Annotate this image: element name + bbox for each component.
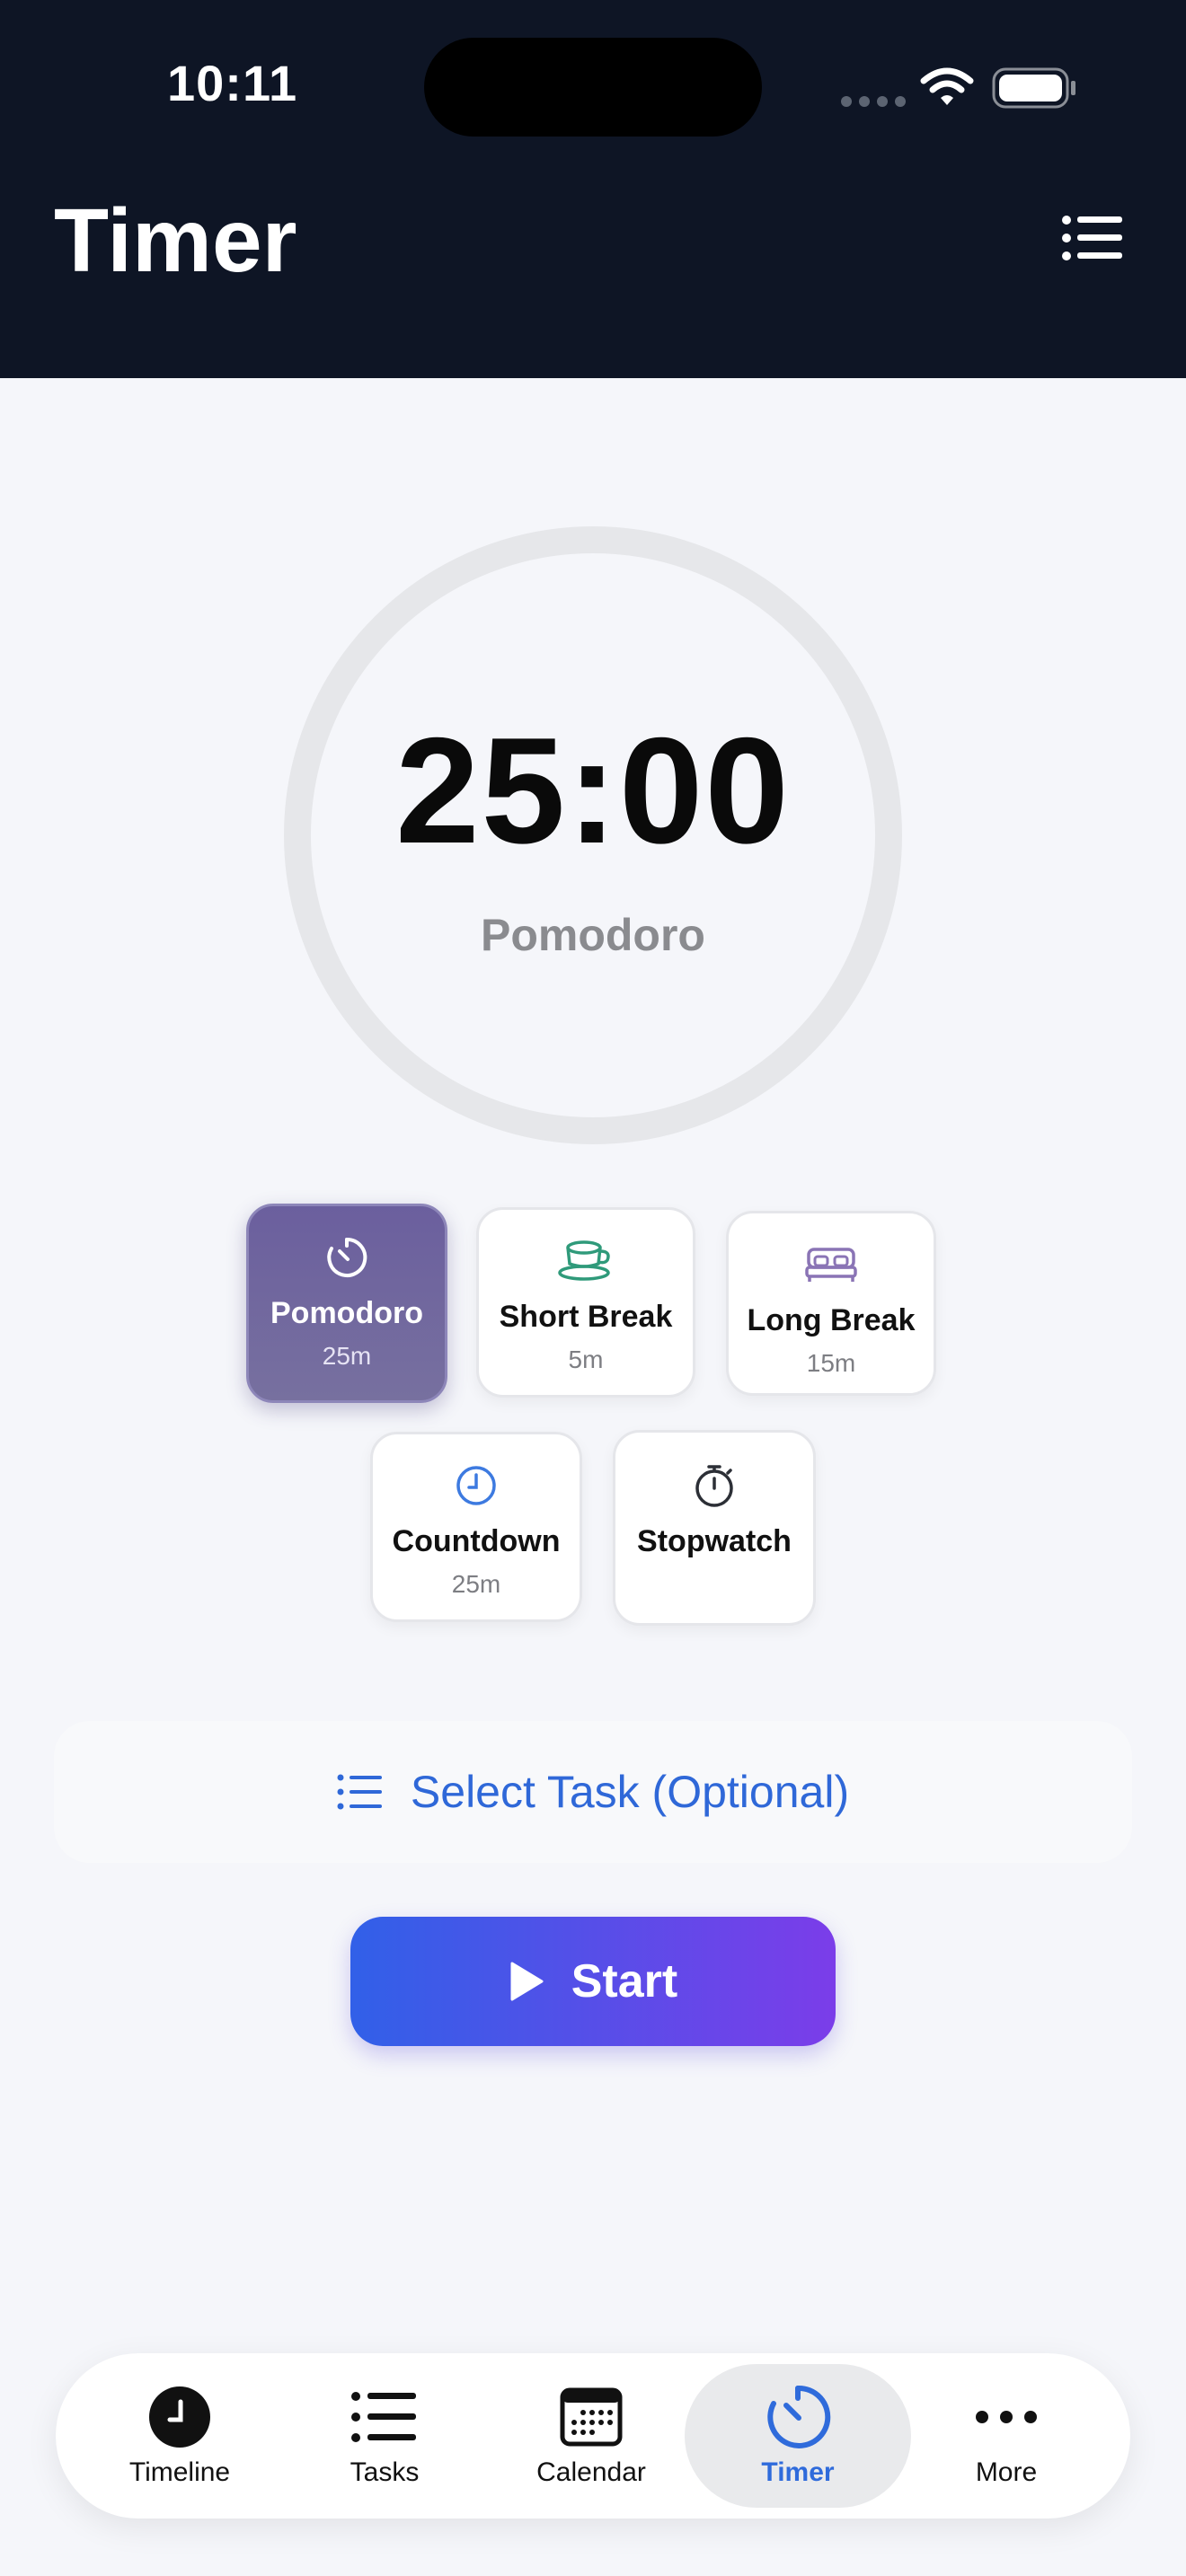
start-button[interactable]: Start [350, 1917, 836, 2046]
tab-bar: Timeline Tasks Calendar Timer More [56, 2353, 1130, 2519]
header: 10:11 Timer [0, 0, 1186, 378]
mode-card-name: Countdown [392, 1524, 561, 1558]
menu-button[interactable] [1057, 208, 1128, 268]
clock-icon [149, 2386, 210, 2448]
ellipsis-icon [976, 2411, 1037, 2423]
mode-card-duration: 5m [568, 1345, 604, 1373]
calendar-icon [560, 2387, 623, 2447]
mode-card-duration: 25m [322, 1342, 372, 1370]
list-icon [337, 1774, 382, 1810]
tab-timer[interactable]: Timer [685, 2364, 911, 2508]
tab-tasks[interactable]: Tasks [271, 2364, 498, 2508]
mode-card-duration: 25m [451, 1570, 501, 1598]
bed-icon [805, 1248, 857, 1282]
mode-card-countdown[interactable]: Countdown 25m [370, 1432, 582, 1622]
mode-card-name: Stopwatch [637, 1524, 792, 1558]
mode-card-duration: 15m [806, 1349, 856, 1377]
play-icon [510, 1962, 544, 2001]
stopwatch-icon [695, 1465, 733, 1507]
tab-label: Calendar [536, 2457, 646, 2487]
tab-calendar[interactable]: Calendar [478, 2364, 704, 2508]
signal-icon [841, 95, 913, 111]
mode-card-short-break[interactable]: Short Break 5m [476, 1207, 695, 1398]
timer-mode-label: Pomodoro [481, 910, 705, 960]
battery-icon [992, 67, 1075, 109]
tab-label: More [975, 2457, 1038, 2487]
list-icon [351, 2392, 416, 2442]
cup-icon [558, 1240, 610, 1281]
mode-card-stopwatch[interactable]: Stopwatch [613, 1430, 816, 1626]
tab-more[interactable]: More [893, 2364, 1120, 2508]
dynamic-island [424, 38, 762, 137]
clock-icon [456, 1466, 496, 1505]
timer-icon [767, 2385, 831, 2448]
select-task-button[interactable]: Select Task (Optional) [54, 1721, 1132, 1863]
tab-label: Tasks [350, 2457, 420, 2487]
mode-card-long-break[interactable]: Long Break 15m [726, 1211, 936, 1396]
tab-timeline[interactable]: Timeline [66, 2364, 293, 2508]
mode-card-name: Long Break [747, 1303, 916, 1337]
mode-card-pomodoro[interactable]: Pomodoro 25m [246, 1204, 447, 1403]
wifi-icon [920, 67, 974, 105]
start-label: Start [571, 1955, 678, 2007]
select-task-label: Select Task (Optional) [410, 1767, 850, 1817]
timer-display: 25:00 [395, 706, 791, 875]
page-title: Timer [54, 190, 297, 291]
tab-label: Timeline [128, 2457, 231, 2487]
timer-icon [327, 1237, 367, 1277]
status-time: 10:11 [167, 55, 298, 111]
tab-label: Timer [761, 2457, 835, 2487]
mode-card-name: Short Break [499, 1300, 673, 1334]
list-icon [1062, 216, 1122, 260]
mode-card-name: Pomodoro [270, 1296, 423, 1330]
